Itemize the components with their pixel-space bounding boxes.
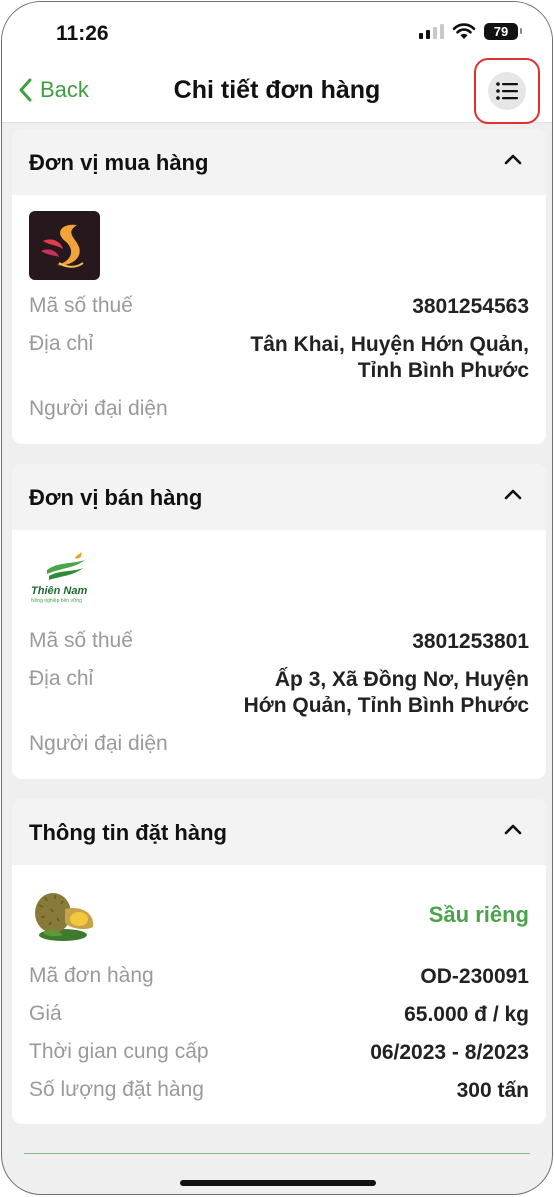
price-value: 65.000 đ / kg (404, 1003, 529, 1026)
battery-level: 79 (493, 23, 509, 39)
phone-frame: 11:26 79 Back Chi tiết đơn hàng Đơn vị m… (1, 1, 553, 1195)
order-card: Thông tin đặt hàng Sầu riêng Mã đơn hàng… (12, 799, 546, 1124)
status-bar: 11:26 79 (2, 2, 552, 62)
supply-period-value: 06/2023 - 8/2023 (370, 1041, 529, 1064)
seller-tax-value: 3801253801 (412, 630, 529, 653)
product-image (29, 887, 99, 947)
order-card-header[interactable]: Thông tin đặt hàng (12, 799, 546, 865)
order-row: Mã đơn hàng OD-230091 (29, 964, 529, 990)
buyer-address-value: Tân Khai, Huyện Hớn Quản, Tỉnh Bình Phướ… (250, 332, 529, 384)
quantity-label: Số lượng đặt hàng (29, 1078, 204, 1101)
buyer-tax-row: Mã số thuế 3801254563 (29, 294, 529, 320)
seller-address-row: Địa chỉ Ấp 3, Xã Đồng Nơ, Huyện Hớn Quản… (29, 667, 529, 719)
buyer-address-line2: Tỉnh Bình Phước (357, 359, 529, 382)
seller-card-header[interactable]: Đơn vị bán hàng (12, 464, 546, 530)
order-row: Giá 65.000 đ / kg (29, 1002, 529, 1028)
order-row: Số lượng đặt hàng 300 tấn (29, 1078, 529, 1104)
chevron-up-icon[interactable] (504, 153, 522, 165)
seller-rep-label: Người đại diện (29, 732, 168, 755)
buyer-address-label: Địa chỉ (29, 332, 94, 355)
buyer-card-header[interactable]: Đơn vị mua hàng (12, 129, 546, 195)
list-icon (496, 82, 518, 100)
order-row: Thời gian cung cấp 06/2023 - 8/2023 (29, 1040, 529, 1066)
product-name: Sầu riêng (428, 902, 529, 927)
buyer-card: Đơn vị mua hàng Mã số thuế 3801254563 Đị… (12, 129, 546, 444)
seller-tax-label: Mã số thuế (29, 629, 133, 652)
seller-rep-row: Người đại diện (29, 732, 529, 756)
chevron-up-icon[interactable] (504, 488, 522, 500)
home-indicator[interactable] (180, 1180, 376, 1186)
seller-card: Đơn vị bán hàng Thiên Nam Nông nghiệp bề… (12, 464, 546, 779)
seller-address-value: Ấp 3, Xã Đồng Nơ, Huyện Hớn Quản, Tỉnh B… (244, 667, 529, 719)
order-code-label: Mã đơn hàng (29, 964, 154, 987)
order-card-title: Thông tin đặt hàng (29, 820, 227, 845)
seller-logo: Thiên Nam Nông nghiệp bền vững (29, 552, 101, 612)
buyer-tax-value: 3801254563 (412, 295, 529, 318)
seller-address-line2: Hớn Quản, Tỉnh Bình Phước (243, 694, 529, 717)
seller-logo-tagline: Nông nghiệp bền vững (31, 598, 82, 604)
price-label: Giá (29, 1002, 62, 1025)
buyer-card-title: Đơn vị mua hàng (29, 150, 209, 175)
chevron-up-icon[interactable] (504, 823, 522, 835)
navigation-bar: Back Chi tiết đơn hàng (2, 58, 552, 124)
page-title: Chi tiết đơn hàng (173, 76, 381, 104)
menu-highlight (474, 58, 540, 124)
status-time: 11:26 (56, 22, 109, 45)
menu-button[interactable] (488, 72, 526, 110)
divider (24, 1153, 530, 1154)
buyer-address-row: Địa chỉ Tân Khai, Huyện Hớn Quản, Tỉnh B… (29, 332, 529, 384)
seller-address-label: Địa chỉ (29, 667, 94, 690)
buyer-tax-label: Mã số thuế (29, 294, 133, 317)
quantity-value: 300 tấn (456, 1079, 529, 1102)
order-code-value: OD-230091 (420, 965, 529, 988)
signal-icon (419, 23, 444, 39)
supply-period-label: Thời gian cung cấp (29, 1040, 209, 1063)
seller-card-title: Đơn vị bán hàng (29, 485, 203, 510)
battery-icon: 79 (484, 22, 522, 40)
seller-address-line1: Ấp 3, Xã Đồng Nơ, Huyện (274, 668, 529, 691)
seller-tax-row: Mã số thuế 3801253801 (29, 629, 529, 655)
buyer-logo (29, 211, 100, 280)
buyer-rep-label: Người đại diện (29, 397, 168, 420)
buyer-address-line1: Tân Khai, Huyện Hớn Quản, (250, 333, 529, 356)
buyer-rep-row: Người đại diện (29, 397, 529, 421)
seller-logo-text: Thiên Nam (31, 585, 87, 597)
status-icons: 79 (419, 22, 522, 40)
wifi-icon (452, 23, 476, 39)
